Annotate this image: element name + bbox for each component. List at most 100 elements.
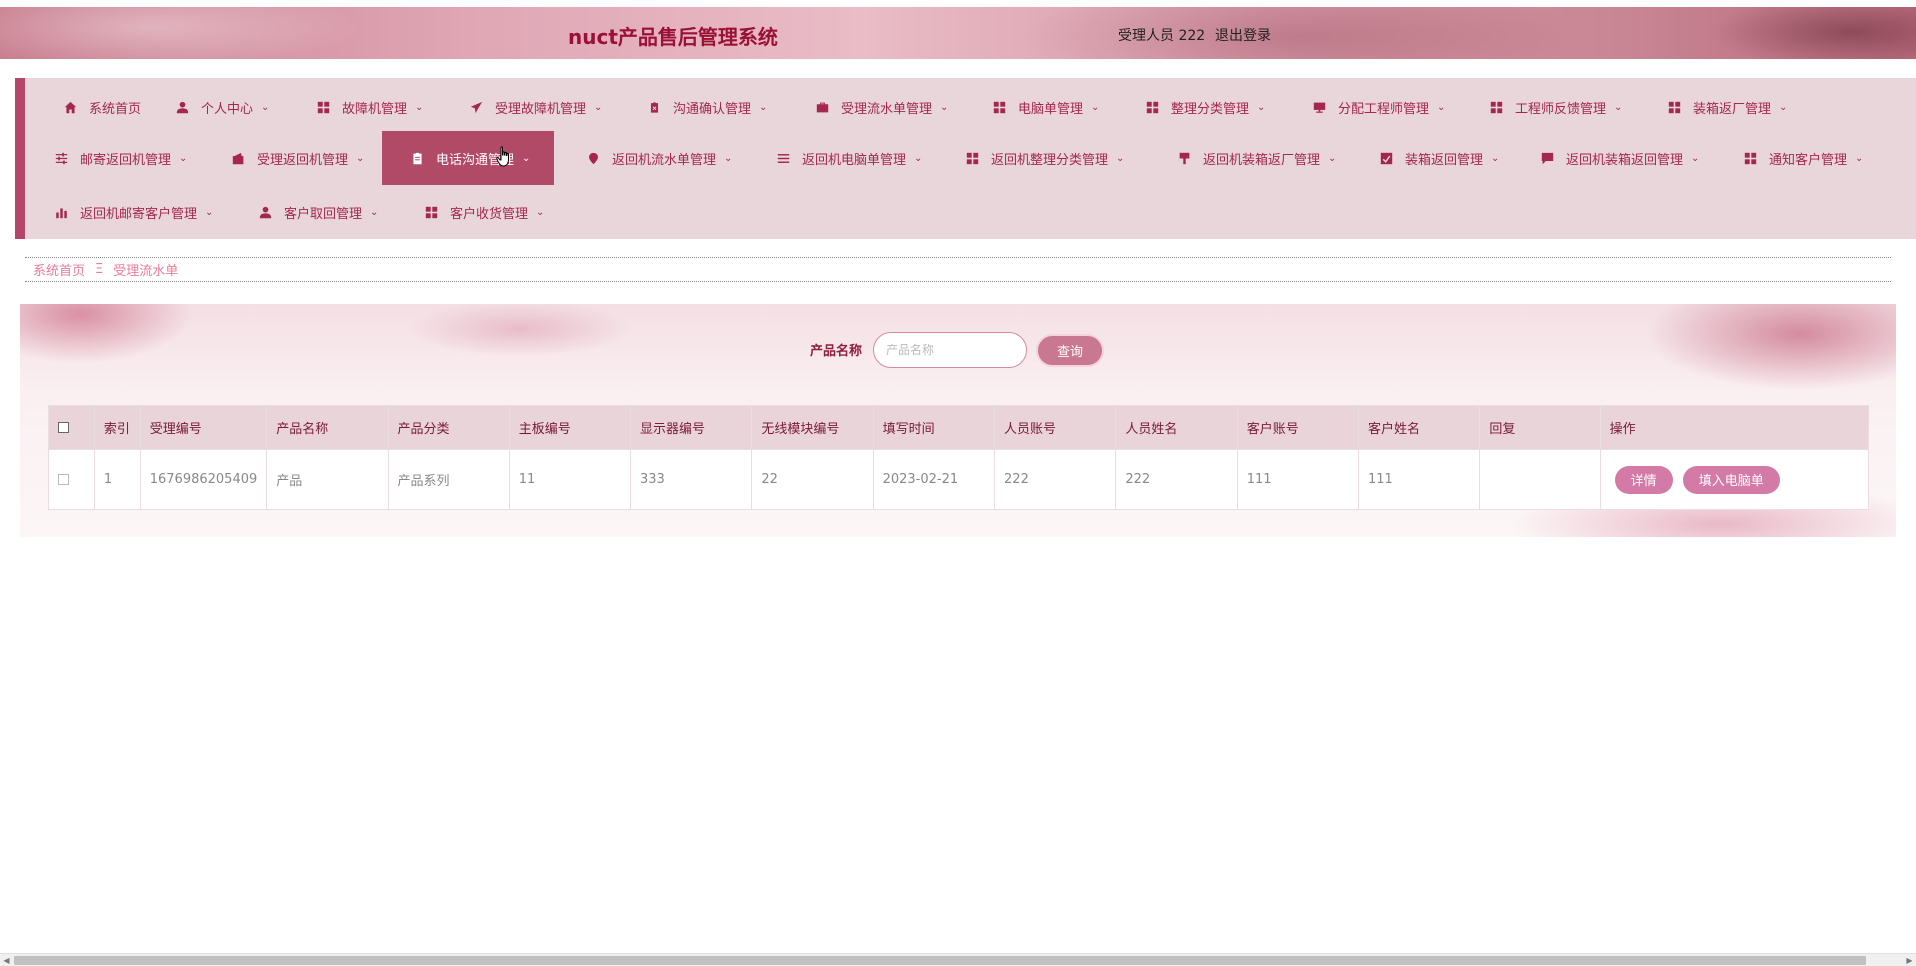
product-name-search-input[interactable] [873,332,1027,368]
chevron-down-icon: ⌄ [1091,101,1100,113]
nav-item-accept-fault[interactable]: 受理故障机管理 ⌄ [469,80,602,134]
nav-item-home[interactable]: 系统首页 [63,80,141,134]
chevron-down-icon: ⌄ [261,101,270,113]
column-header[interactable]: 主板编号 [508,405,632,450]
column-header[interactable]: 人员账号 [994,405,1117,450]
app-title: nuct产品售后管理系统 [568,25,778,49]
detail-button[interactable]: 详情 [1614,465,1673,494]
nav-item-assign-engineer[interactable]: 分配工程师管理 ⌄ [1312,80,1445,134]
nav-item-label: 装箱返厂管理 [1693,101,1772,117]
cell-display-no: 333 [629,449,753,510]
row-checkbox[interactable] [58,474,69,485]
breadcrumb-home-link[interactable]: 系统首页 [33,260,85,279]
column-header[interactable]: 索引 [93,405,141,450]
nav-item-label: 个人中心 [201,101,254,117]
accept-flow-table: 索引 受理编号 产品名称 产品分类 主板编号 显示器编号 无线模块编号 填写时间… [48,405,1870,510]
nav-item-return-computer[interactable]: 返回机电脑单管理 ⌄ [776,131,922,185]
nav-item-label: 整理分类管理 [1171,101,1250,117]
nav-item-notify-customer[interactable]: 通知客户管理 ⌄ [1743,131,1863,185]
column-header[interactable]: 填写时间 [872,405,996,450]
chevron-down-icon: ⌄ [1691,152,1700,164]
paper-plane-icon [469,100,483,114]
nav-item-accept-flow[interactable]: 受理流水单管理 ⌄ [815,80,948,134]
column-header[interactable]: 显示器编号 [629,405,753,450]
fill-computer-order-button[interactable]: 填入电脑单 [1682,465,1780,494]
nav-item-fault-machine[interactable]: 故障机管理 ⌄ [316,80,423,134]
search-button[interactable]: 查询 [1036,334,1104,367]
column-header[interactable]: 无线模块编号 [751,405,874,450]
search-label: 产品名称 [810,344,863,359]
sliders-icon [54,151,68,165]
column-header[interactable]: 客户姓名 [1358,405,1481,450]
column-header[interactable]: 产品名称 [266,405,389,450]
nav-item-label: 沟通确认管理 [673,101,752,117]
logout-link[interactable]: 退出登录 [1215,25,1271,45]
column-header[interactable]: 产品分类 [387,405,510,450]
chevron-down-icon: ⌄ [522,152,531,164]
nav-item-label: 系统首页 [89,101,142,117]
monitor-icon [1312,100,1326,114]
nav-item-return-mail-customer[interactable]: 返回机邮寄客户管理 ⌄ [54,185,213,239]
column-header[interactable]: 回复 [1479,405,1601,450]
cell-customer-name: 111 [1358,449,1481,510]
scroll-right-arrow-icon[interactable]: ▶ [1903,954,1916,966]
nav-item-label: 受理故障机管理 [495,101,587,117]
nav-item-label: 电脑单管理 [1018,101,1084,117]
nav-item-packing-return[interactable]: 装箱返厂管理 ⌄ [1667,80,1787,134]
scrollbar-thumb[interactable] [14,956,1866,965]
grid-icon [992,100,1006,114]
grid-icon [1667,100,1681,114]
column-header[interactable]: 客户账号 [1236,405,1360,450]
nav-item-return-packing[interactable]: 返回机装箱返厂管理 ⌄ [1177,131,1336,185]
user-icon [258,205,272,219]
grid-icon [1489,100,1503,114]
nav-item-sorting[interactable]: 整理分类管理 ⌄ [1145,80,1265,134]
cell-product-category: 产品系列 [387,449,510,510]
app-header: nuct产品售后管理系统 受理人员 222 退出登录 [0,7,1916,59]
scroll-left-arrow-icon[interactable]: ◀ [0,954,13,966]
chevron-down-icon: ⌄ [1614,101,1623,113]
nav-item-customer-receipt[interactable]: 客户收货管理 ⌄ [424,185,544,239]
chevron-down-icon: ⌄ [1328,152,1337,164]
bar-chart-icon [54,205,68,219]
cell-product-name: 产品 [266,449,389,510]
grid-icon [316,100,330,114]
chart-check-icon [1379,151,1393,165]
nav-item-label: 受理返回机管理 [257,152,349,168]
nav-item-communication-confirm[interactable]: 沟通确认管理 ⌄ [647,80,767,134]
grid-icon [424,205,438,219]
nav-item-engineer-feedback[interactable]: 工程师反馈管理 ⌄ [1489,80,1622,134]
cell-fill-time: 2023-02-21 [872,449,996,510]
table-header-row: 索引 受理编号 产品名称 产品分类 主板编号 显示器编号 无线模块编号 填写时间… [48,405,1870,450]
nav-item-packing-back[interactable]: 装箱返回管理 ⌄ [1379,131,1499,185]
nav-item-return-sorting[interactable]: 返回机整理分类管理 ⌄ [965,131,1124,185]
list-icon [776,151,790,165]
horizontal-scrollbar[interactable]: ◀ ▶ [0,953,1916,966]
cell-wireless-no: 22 [751,449,874,510]
nav-item-return-flow[interactable]: 返回机流水单管理 ⌄ [586,131,732,185]
select-all-cell [48,405,95,450]
chevron-down-icon: ⌄ [594,101,603,113]
nav-item-computer-order[interactable]: 电脑单管理 ⌄ [992,80,1099,134]
select-all-checkbox[interactable] [58,422,69,433]
nav-item-accept-return[interactable]: 受理返回机管理 ⌄ [231,131,364,185]
grid-icon [1145,100,1159,114]
column-header: 操作 [1599,405,1870,450]
user-icon [175,100,189,114]
chevron-down-icon: ⌄ [914,152,923,164]
nav-item-personal-center[interactable]: 个人中心 ⌄ [175,80,269,134]
hand-cursor-icon [496,146,509,167]
nav-item-return-packing-back[interactable]: 返回机装箱返回管理 ⌄ [1540,131,1699,185]
chevron-down-icon: ⌄ [179,152,188,164]
nav-item-label: 故障机管理 [342,101,408,117]
nav-item-customer-pickup[interactable]: 客户取回管理 ⌄ [258,185,378,239]
nav-item-label: 分配工程师管理 [1338,101,1430,117]
column-header[interactable]: 受理编号 [139,405,268,450]
clipboard-icon [410,151,424,165]
map-pin-icon [586,151,600,165]
nav-item-label: 受理流水单管理 [841,101,933,117]
column-header[interactable]: 人员姓名 [1115,405,1238,450]
chevron-down-icon: ⌄ [1855,152,1864,164]
nav-item-phone-communication[interactable]: 电话沟通管理 ⌄ [382,131,555,185]
nav-item-mail-return[interactable]: 邮寄返回机管理 ⌄ [54,131,187,185]
